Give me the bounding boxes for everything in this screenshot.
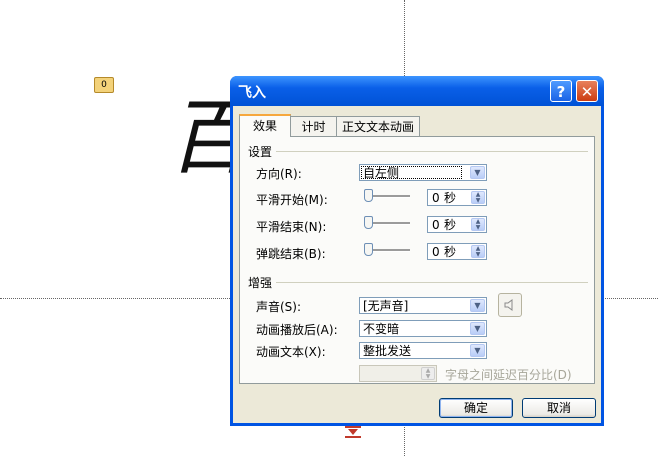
slider-thumb[interactable]: [364, 216, 373, 229]
slider-track: [368, 195, 410, 198]
chevron-down-icon[interactable]: ▼: [470, 299, 485, 312]
chevron-down-icon[interactable]: ▼: [470, 322, 485, 335]
bounce-end-value: 0: [432, 245, 440, 259]
tab-body-text-animation[interactable]: 正文文本动画: [336, 116, 420, 136]
slider-track: [368, 222, 410, 225]
help-button[interactable]: ?: [550, 80, 572, 102]
animation-order-tag[interactable]: 0: [94, 77, 114, 93]
letter-delay-label: 字母之间延迟百分比(D): [445, 368, 572, 382]
dialog-titlebar[interactable]: 飞入 ? ✕: [230, 76, 604, 106]
sound-select[interactable]: [无声音] ▼: [359, 297, 487, 314]
speaker-icon: [504, 299, 513, 311]
sound-label: 声音(S):: [256, 300, 302, 314]
smooth-end-slider[interactable]: [364, 216, 412, 230]
enhance-divider: [276, 282, 588, 283]
effect-panel: 设置 方向(R): 自左侧 ▼ 平滑开始(M): 0 秒 ▲ ▼ 平滑结束(N):: [239, 136, 595, 384]
enhance-group-label: 增强: [248, 276, 273, 290]
sound-settings-button[interactable]: [498, 293, 522, 317]
dialog-title: 飞入: [238, 85, 266, 101]
fly-in-dialog: 飞入 ? ✕ 效果 计时 正文文本动画 设置 方向(R): 自左侧 ▼ 平滑开始…: [230, 76, 604, 426]
tab-effect[interactable]: 效果: [239, 114, 291, 137]
bounce-end-slider[interactable]: [364, 243, 412, 257]
spin-arrows-icon[interactable]: ▲ ▼: [421, 367, 435, 380]
smooth-start-spinner[interactable]: 0 秒 ▲ ▼: [427, 189, 487, 206]
spin-arrows-icon[interactable]: ▲ ▼: [471, 245, 485, 258]
smooth-end-label: 平滑结束(N):: [256, 220, 327, 234]
question-icon: ?: [556, 83, 566, 101]
animate-text-select[interactable]: 整批发送 ▼: [359, 342, 487, 359]
chevron-down-icon[interactable]: ▼: [470, 344, 485, 357]
spin-arrows-icon[interactable]: ▲ ▼: [471, 191, 485, 204]
seconds-unit: 秒: [444, 218, 457, 232]
slider-thumb[interactable]: [364, 189, 373, 202]
direction-select[interactable]: 自左侧 ▼: [359, 164, 487, 181]
slider-thumb[interactable]: [364, 243, 373, 256]
slider-track: [368, 249, 410, 252]
direction-value: 自左侧: [363, 166, 400, 180]
bounce-end-label: 弹跳结束(B):: [256, 247, 326, 261]
close-icon: ✕: [580, 83, 594, 101]
cancel-button[interactable]: 取消: [522, 398, 596, 418]
smooth-start-label: 平滑开始(M):: [256, 193, 328, 207]
bounce-end-spinner[interactable]: 0 秒 ▲ ▼: [427, 243, 487, 260]
smooth-start-slider[interactable]: [364, 189, 412, 203]
seconds-unit: 秒: [444, 245, 457, 259]
ok-button[interactable]: 确定: [439, 398, 513, 418]
chevron-down-icon[interactable]: ▼: [470, 166, 485, 179]
tab-timing[interactable]: 计时: [290, 116, 337, 136]
spin-arrows-icon[interactable]: ▲ ▼: [471, 218, 485, 231]
after-animation-label: 动画播放后(A):: [256, 323, 338, 337]
after-animation-select[interactable]: 不变暗 ▼: [359, 320, 487, 337]
close-button[interactable]: ✕: [576, 80, 598, 102]
seconds-unit: 秒: [444, 191, 457, 205]
animate-text-label: 动画文本(X):: [256, 345, 326, 359]
settings-group-label: 设置: [248, 145, 273, 159]
animate-text-value: 整批发送: [363, 344, 412, 358]
letter-delay-spinner[interactable]: ▲ ▼: [359, 365, 437, 382]
smooth-end-value: 0: [432, 218, 440, 232]
dialog-client-area: 效果 计时 正文文本动画 设置 方向(R): 自左侧 ▼ 平滑开始(M): 0 …: [233, 106, 601, 423]
smooth-end-spinner[interactable]: 0 秒 ▲ ▼: [427, 216, 487, 233]
after-animation-value: 不变暗: [363, 322, 400, 336]
anchor-marker-icon: [345, 426, 361, 438]
smooth-start-value: 0: [432, 191, 440, 205]
direction-label: 方向(R):: [256, 167, 302, 181]
settings-divider: [276, 151, 588, 152]
sound-value: [无声音]: [363, 299, 409, 313]
